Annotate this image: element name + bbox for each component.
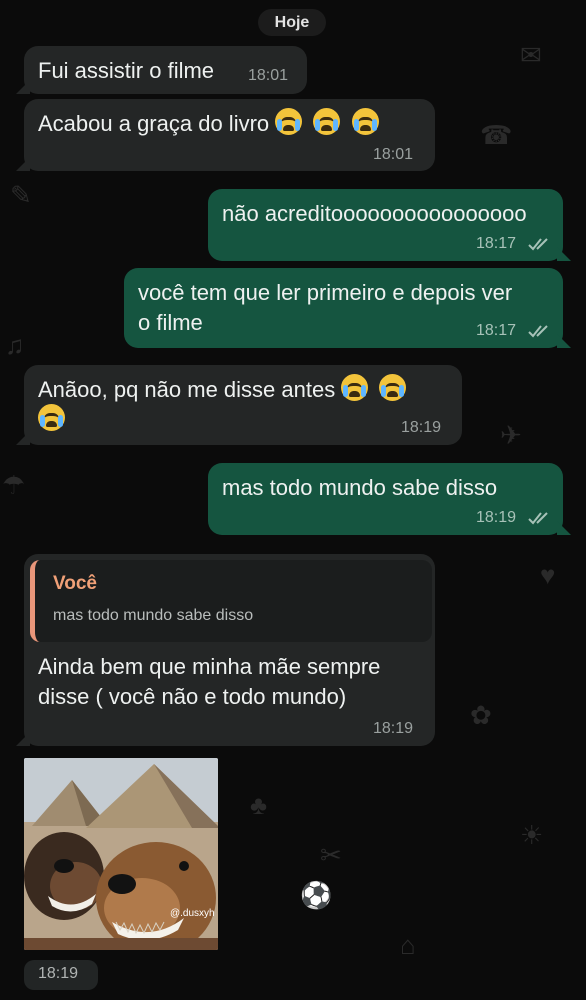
message-text-line: disse ( você não e todo mundo) [38,684,347,709]
loudly-crying-face-icon [275,108,303,135]
message-time: 18:19 [373,720,414,737]
loudly-crying-face-icon [379,374,407,401]
image-time-badge: 18:19 [24,960,98,990]
message-text: Fui assistir o filme [38,58,215,83]
quoted-text: mas todo mundo sabe disso [53,607,254,624]
message-time: 18:01 [373,146,414,163]
message-time: 18:17 [476,235,517,252]
quoted-author: Você [53,573,98,594]
message-bubble-outgoing[interactable]: você tem que ler primeiro e depois ver o… [124,268,571,348]
message-text-line: o filme [138,310,203,335]
message-text-line: você tem que ler primeiro e depois ver [138,280,513,305]
message-text-line [38,404,70,435]
message-time: 18:19 [476,509,517,526]
read-receipt-icon [528,512,548,525]
message-text-line: Ainda bem que minha mãe sempre [38,654,381,679]
message-time: 18:17 [476,322,517,339]
message-bubble-incoming[interactable]: Fui assistir o filme 18:01 [16,46,307,94]
loudly-crying-face-icon [351,108,379,135]
loudly-crying-face-icon [38,404,65,431]
message-time: 18:01 [248,67,289,84]
message-text: Anãoo, pq não me disse antes [38,374,411,405]
read-receipt-icon [528,238,548,251]
image-watermark: @.dusxyh [170,908,215,919]
shared-image-dogs-pyramids[interactable]: @.dusxyh [24,758,218,950]
message-bubble-outgoing[interactable]: mas todo mundo sabe disso 18:19 [208,463,571,535]
message-bubble-incoming[interactable]: Acabou a graça do livro 18:01 [16,99,435,171]
message-time: 18:19 [38,965,79,982]
loudly-crying-face-icon [313,108,341,135]
date-separator: Hoje [258,9,326,36]
loudly-crying-face-icon [341,374,369,401]
read-receipt-icon [528,325,548,338]
message-text: mas todo mundo sabe disso [222,475,498,500]
quoted-message[interactable]: Você mas todo mundo sabe disso [30,560,432,642]
message-bubble-incoming[interactable]: Anãoo, pq não me disse antes 18:19 [16,365,462,445]
message-time: 18:19 [401,419,442,436]
message-bubble-incoming-reply[interactable]: Você mas todo mundo sabe disso Ainda bem… [16,554,435,746]
message-text: não acreditoooooooooooooooo [222,201,527,226]
photo-illustration [24,758,218,950]
message-text: Acabou a graça do livro [38,108,384,139]
message-bubble-outgoing[interactable]: não acreditoooooooooooooooo 18:17 [208,189,571,261]
